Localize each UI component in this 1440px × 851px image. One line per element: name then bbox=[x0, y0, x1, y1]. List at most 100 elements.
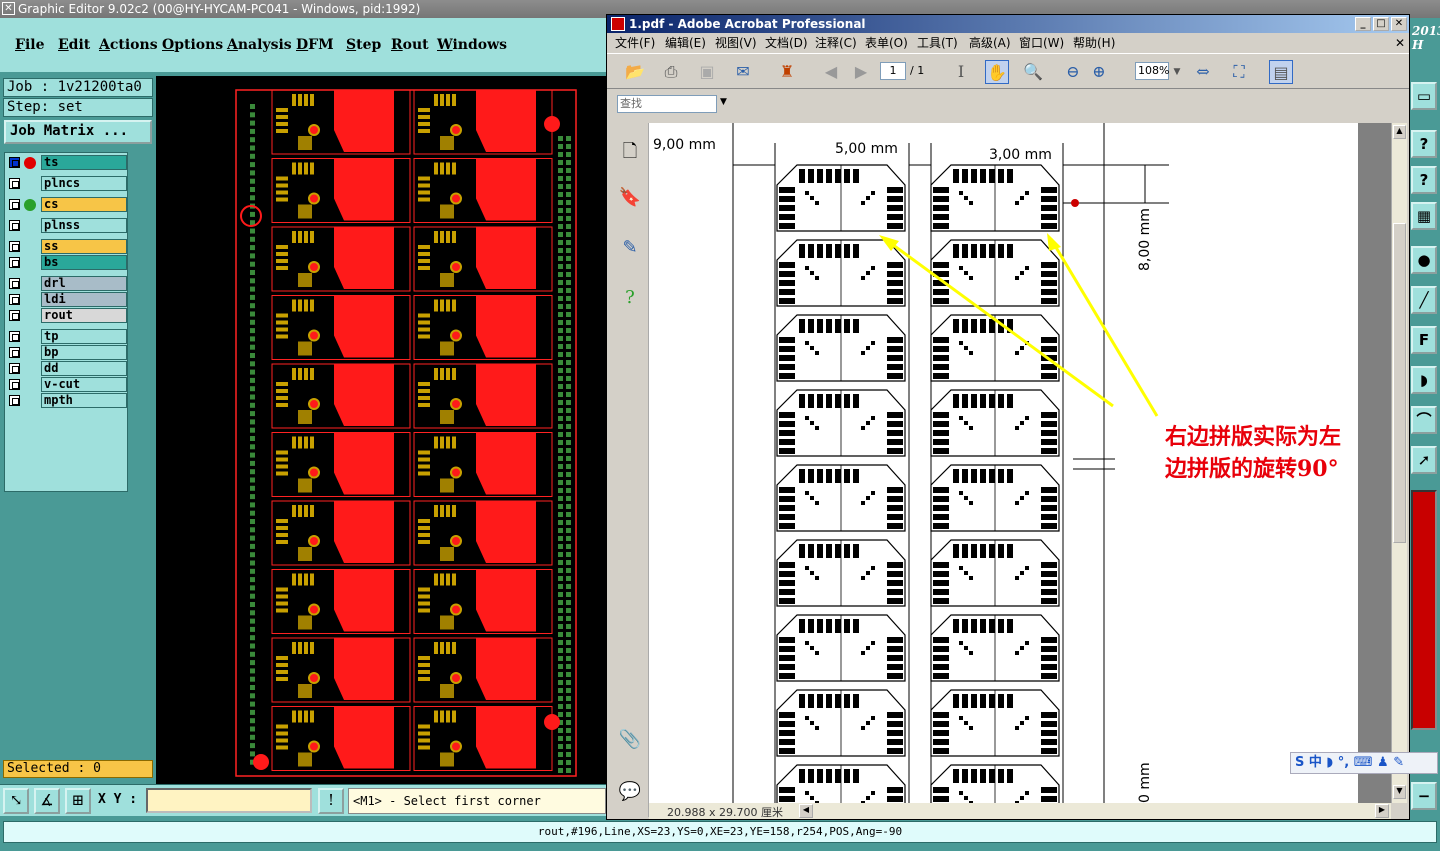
menu-document-cn[interactable]: 文档(D) bbox=[765, 33, 808, 53]
layer-row-mpth[interactable]: mpth bbox=[7, 393, 127, 409]
scroll-right-icon[interactable]: ▶ bbox=[1375, 804, 1389, 818]
zoom-input[interactable]: 108% bbox=[1135, 62, 1169, 80]
layer-row-cs[interactable]: cs bbox=[7, 197, 127, 213]
scroll-up-icon[interactable]: ▲ bbox=[1393, 125, 1406, 139]
layer-checkbox[interactable] bbox=[9, 241, 20, 252]
layer-row-dd[interactable]: dd bbox=[7, 361, 127, 377]
layer-checkbox[interactable] bbox=[9, 395, 20, 406]
attachments-icon[interactable]: 📎 bbox=[617, 727, 643, 753]
layer-name[interactable]: ts bbox=[41, 155, 127, 170]
xy-input[interactable] bbox=[146, 788, 312, 813]
menu-dfm[interactable]: DFM bbox=[296, 37, 334, 53]
layer-name[interactable]: tp bbox=[41, 329, 127, 344]
layer-checkbox[interactable] bbox=[9, 331, 20, 342]
layer-checkbox[interactable] bbox=[9, 379, 20, 390]
line-icon[interactable]: ╱ bbox=[1411, 286, 1437, 314]
layers-icon[interactable]: ▦ bbox=[1411, 202, 1437, 230]
layer-name[interactable]: drl bbox=[41, 276, 127, 291]
menu-actions[interactable]: Actions bbox=[99, 37, 158, 53]
pages-icon[interactable]: 🗋 bbox=[617, 139, 643, 165]
layer-name[interactable]: mpth bbox=[41, 393, 127, 408]
arc-icon[interactable]: ⌒ bbox=[1411, 406, 1437, 434]
close-button[interactable]: ✕ bbox=[1391, 17, 1407, 31]
layer-checkbox[interactable] bbox=[9, 347, 20, 358]
menu-window-cn[interactable]: 窗口(W) bbox=[1019, 33, 1064, 53]
layer-row-v-cut[interactable]: v-cut bbox=[7, 377, 127, 393]
layer-name[interactable]: bs bbox=[41, 255, 127, 270]
alert-icon[interactable]: ! bbox=[318, 788, 344, 814]
layer-checkbox[interactable] bbox=[9, 310, 20, 321]
open-icon[interactable]: 📂 bbox=[623, 60, 647, 84]
layer-checkbox[interactable] bbox=[9, 178, 20, 189]
layer-row-plncs[interactable]: plncs bbox=[7, 176, 127, 192]
menu-analysis[interactable]: Analysis bbox=[227, 37, 292, 53]
scroll-left-icon[interactable]: ◀ bbox=[799, 804, 813, 818]
fit-width-icon[interactable]: ⇔ bbox=[1191, 60, 1215, 84]
layer-row-rout[interactable]: rout bbox=[7, 308, 127, 324]
page-number-input[interactable]: 1 bbox=[880, 62, 906, 80]
fit-page-icon[interactable]: ⛶ bbox=[1227, 60, 1251, 84]
menu-comment-cn[interactable]: 注释(C) bbox=[815, 33, 857, 53]
single-page-icon[interactable]: ▤ bbox=[1269, 60, 1293, 84]
hand-icon[interactable]: ✋ bbox=[985, 60, 1009, 84]
vertical-scrollbar[interactable]: ▲ ▼ bbox=[1391, 123, 1407, 803]
layer-name[interactable]: dd bbox=[41, 361, 127, 376]
grid-icon[interactable]: ⊞ bbox=[65, 788, 91, 814]
layer-checkbox[interactable] bbox=[9, 257, 20, 268]
layer-name[interactable]: plnss bbox=[41, 218, 127, 233]
layer-name[interactable]: cs bbox=[41, 197, 127, 212]
measure-icon[interactable]: ∡ bbox=[34, 788, 60, 814]
zoom-in-icon[interactable]: ⊕ bbox=[1087, 60, 1111, 84]
layer-checkbox[interactable] bbox=[9, 220, 20, 231]
select-text-icon[interactable]: I bbox=[949, 60, 973, 84]
help-icon[interactable]: ? bbox=[617, 285, 643, 311]
menu-edit-cn[interactable]: 编辑(E) bbox=[665, 33, 706, 53]
doc-close-icon[interactable]: ✕ bbox=[1395, 33, 1405, 53]
zoom-tool-icon[interactable]: 🔍 bbox=[1021, 60, 1045, 84]
menu-view-cn[interactable]: 视图(V) bbox=[715, 33, 757, 53]
layer-row-bs[interactable]: bs bbox=[7, 255, 127, 271]
close-icon[interactable]: ✕ bbox=[2, 2, 15, 15]
print-icon[interactable]: ⎙ bbox=[659, 60, 683, 84]
save-icon[interactable]: ▣ bbox=[695, 60, 719, 84]
menu-form-cn[interactable]: 表单(O) bbox=[865, 33, 908, 53]
layer-row-ldi[interactable]: ldi bbox=[7, 292, 127, 308]
horizontal-scrollbar[interactable]: 20.988 x 29.700 厘米 ◀ ▶ bbox=[649, 803, 1391, 819]
layer-name[interactable]: rout bbox=[41, 308, 127, 323]
zoom-area-icon[interactable]: ⤡ bbox=[3, 788, 29, 814]
layer-checkbox[interactable] bbox=[9, 294, 20, 305]
minimize-button[interactable]: _ bbox=[1355, 17, 1371, 31]
minimize-icon[interactable]: − bbox=[1411, 782, 1437, 810]
menu-edit[interactable]: Edit bbox=[58, 37, 90, 53]
menu-advanced-cn[interactable]: 高级(A) bbox=[969, 33, 1011, 53]
layer-name[interactable]: plncs bbox=[41, 176, 127, 191]
layer-name[interactable]: ss bbox=[41, 239, 127, 254]
search-input[interactable]: 查找 bbox=[617, 95, 717, 113]
zoom-dropdown-icon[interactable]: ▼ bbox=[1165, 60, 1189, 84]
menu-rout[interactable]: Rout bbox=[391, 37, 429, 53]
bookmarks-icon[interactable]: 🔖 bbox=[617, 185, 643, 211]
layer-name[interactable]: bp bbox=[41, 345, 127, 360]
layer-checkbox[interactable] bbox=[9, 157, 20, 168]
next-page-icon[interactable]: ▶ bbox=[849, 60, 873, 84]
job-matrix-button[interactable]: Job Matrix ... bbox=[4, 120, 152, 144]
email-icon[interactable]: ✉ bbox=[731, 60, 755, 84]
text-f-icon[interactable]: F bbox=[1411, 326, 1437, 354]
pad-icon[interactable]: ● bbox=[1411, 246, 1437, 274]
prev-page-icon[interactable]: ◀ bbox=[819, 60, 843, 84]
pointer-icon[interactable]: ➚ bbox=[1411, 446, 1437, 474]
search-dropdown-icon[interactable]: ▼ bbox=[720, 97, 727, 107]
ime-toolbar[interactable]: S 中 ◗ °, ⌨ ♟ ✎ bbox=[1290, 752, 1438, 774]
signatures-icon[interactable]: ✎ bbox=[617, 235, 643, 261]
menu-step[interactable]: Step bbox=[346, 37, 381, 53]
help2-icon[interactable]: ? bbox=[1411, 166, 1437, 194]
layer-row-ss[interactable]: ss bbox=[7, 239, 127, 255]
panel-icon[interactable]: ▭ bbox=[1411, 82, 1437, 110]
menu-help-cn[interactable]: 帮助(H) bbox=[1073, 33, 1115, 53]
layer-row-bp[interactable]: bp bbox=[7, 345, 127, 361]
layer-checkbox[interactable] bbox=[9, 199, 20, 210]
menu-file-cn[interactable]: 文件(F) bbox=[615, 33, 655, 53]
layer-row-ts[interactable]: ts bbox=[7, 155, 127, 171]
layer-checkbox[interactable] bbox=[9, 363, 20, 374]
layer-name[interactable]: v-cut bbox=[41, 377, 127, 392]
